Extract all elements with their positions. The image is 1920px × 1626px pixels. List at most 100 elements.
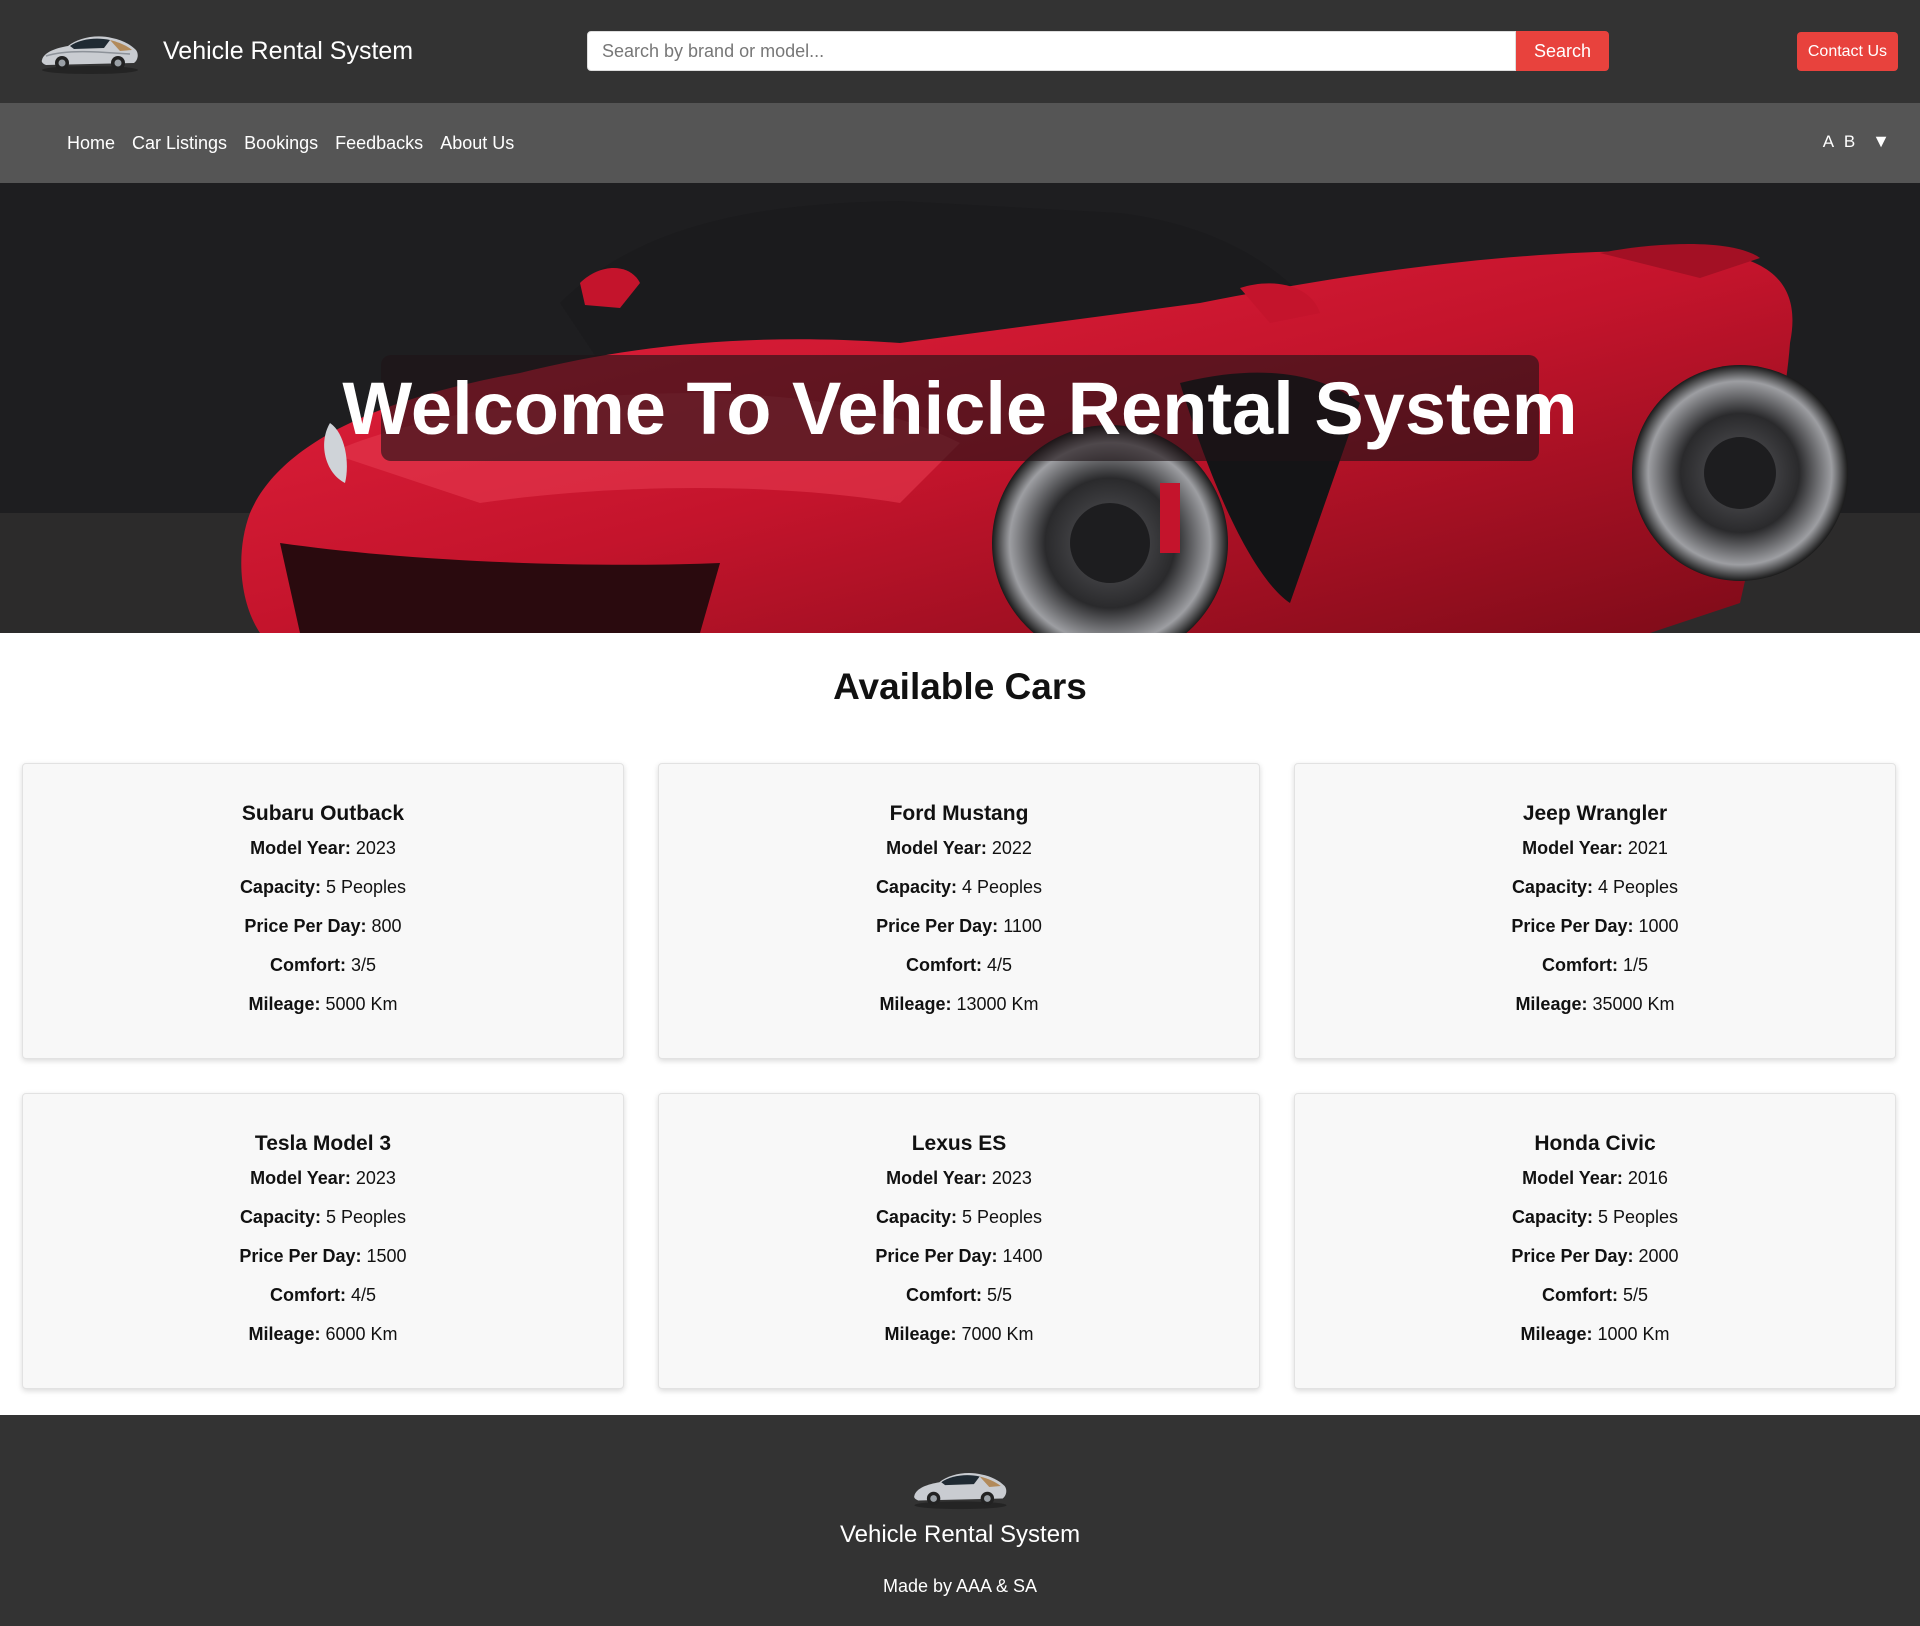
car-card[interactable]: Ford Mustang Model Year: 2022 Capacity: 4 … — [658, 763, 1260, 1059]
car-name: Subaru Outback — [241, 802, 405, 825]
spec-value: 6000 Km — [325, 1324, 398, 1344]
car-spec-model-year: Model Year: 2023 — [23, 1166, 623, 1205]
car-spec-mileage: Mileage: 5000 Km — [23, 992, 623, 1031]
user-initials: A B — [1822, 131, 1859, 151]
spec-value: 2016 — [1627, 1168, 1668, 1188]
section-title: Available Cars — [833, 666, 1087, 707]
nav-link-bookings[interactable]: Bookings — [244, 133, 318, 154]
spec-value: 1500 — [366, 1246, 407, 1266]
hero-title: Welcome To Vehicle Rental System — [342, 366, 1578, 450]
spec-label: Mileage: — [884, 1324, 957, 1344]
car-spec-mileage: Mileage: 13000 Km — [659, 992, 1259, 1031]
spec-value: 7000 Km — [961, 1324, 1034, 1344]
sports-car-icon — [41, 36, 138, 74]
spec-label: Capacity: — [239, 877, 321, 897]
spec-label: Mileage: — [1520, 1324, 1593, 1344]
brand-title: Vehicle Rental System — [163, 36, 414, 65]
sports-car-icon — [914, 1473, 1007, 1510]
contact-us-button[interactable]: Contact Us — [1796, 32, 1898, 71]
car-spec-capacity: Capacity: 5 Peoples — [659, 1205, 1259, 1244]
spec-value: 1400 — [1002, 1246, 1043, 1266]
spec-label: Price Per Day: — [239, 1246, 362, 1266]
search-bar: Search — [587, 31, 1609, 71]
brand[interactable]: Vehicle Rental System — [38, 26, 413, 76]
spec-value: 1000 Km — [1597, 1324, 1670, 1344]
car-name: Honda Civic — [1534, 1132, 1656, 1155]
spec-label: Comfort: — [269, 955, 346, 975]
car-spec-model-year: Model Year: 2016 — [1295, 1166, 1895, 1205]
spec-value: 4/5 — [350, 1285, 377, 1305]
car-name: Jeep Wrangler — [1522, 802, 1668, 825]
spec-label: Price Per Day: — [1511, 1246, 1634, 1266]
car-spec-comfort: Comfort: 3/5 — [23, 953, 623, 992]
car-spec-price-per-day: Price Per Day: 2000 — [1295, 1244, 1895, 1283]
spec-label: Model Year: — [1522, 838, 1623, 858]
spec-value: 5/5 — [986, 1285, 1013, 1305]
caret-down-icon: ▼ — [1872, 131, 1890, 151]
hero-banner: Welcome To Vehicle Rental System — [0, 183, 1920, 633]
car-card-grid: Subaru Outback Model Year: 2023 Capacity: … — [0, 763, 1920, 1389]
car-spec-mileage: Mileage: 1000 Km — [1295, 1322, 1895, 1361]
spec-value: 2021 — [1627, 838, 1668, 858]
car-spec-comfort: Comfort: 5/5 — [659, 1283, 1259, 1322]
main-nav: Home Car Listings Bookings Feedbacks Abo… — [0, 103, 1920, 183]
car-spec-price-per-day: Price Per Day: 1400 — [659, 1244, 1259, 1283]
car-spec-model-year: Model Year: 2023 — [659, 1166, 1259, 1205]
spec-label: Price Per Day: — [244, 916, 367, 936]
spec-label: Price Per Day: — [876, 916, 999, 936]
spec-label: Model Year: — [250, 1168, 351, 1188]
available-cars-section: Available Cars Subaru Outback Model Year:… — [0, 666, 1920, 1389]
car-spec-model-year: Model Year: 2021 — [1295, 836, 1895, 875]
footer: Vehicle Rental System Made by AAA & SA — [0, 1415, 1920, 1626]
spec-value: 1100 — [1003, 916, 1042, 936]
spec-label: Capacity: — [1511, 877, 1593, 897]
spec-label: Capacity: — [239, 1207, 321, 1227]
spec-value: 5 Peoples — [325, 1207, 407, 1227]
spec-label: Price Per Day: — [1511, 916, 1634, 936]
car-spec-mileage: Mileage: 7000 Km — [659, 1322, 1259, 1361]
car-card[interactable]: Tesla Model 3 Model Year: 2023 Capacity: 5… — [22, 1093, 624, 1389]
spec-value: 2023 — [355, 1168, 396, 1188]
nav-link-about-us[interactable]: About Us — [440, 133, 514, 154]
spec-value: 2022 — [991, 838, 1032, 858]
car-card[interactable]: Jeep Wrangler Model Year: 2021 Capacity: 4… — [1294, 763, 1896, 1059]
car-name: Lexus ES — [911, 1132, 1007, 1155]
car-card[interactable]: Honda Civic Model Year: 2016 Capacity: 5 P… — [1294, 1093, 1896, 1389]
search-button[interactable]: Search — [1516, 31, 1609, 71]
spec-label: Comfort: — [1541, 1285, 1618, 1305]
spec-label: Capacity: — [875, 877, 957, 897]
spec-label: Model Year: — [886, 838, 987, 858]
footer-credit: Made by AAA & SA — [882, 1576, 1038, 1596]
car-name: Tesla Model 3 — [254, 1132, 392, 1155]
spec-value: 1000 — [1638, 916, 1679, 936]
spec-value: 4/5 — [986, 955, 1013, 975]
car-card[interactable]: Subaru Outback Model Year: 2023 Capacity: … — [22, 763, 624, 1059]
car-card[interactable]: Lexus ES Model Year: 2023 Capacity: 5 Peop… — [658, 1093, 1260, 1389]
car-spec-capacity: Capacity: 5 Peoples — [23, 875, 623, 914]
car-spec-price-per-day: Price Per Day: 1500 — [23, 1244, 623, 1283]
nav-link-home[interactable]: Home — [67, 133, 115, 154]
spec-value: 5 Peoples — [325, 877, 407, 897]
car-spec-price-per-day: Price Per Day: 1100 — [659, 914, 1259, 953]
search-input[interactable] — [587, 31, 1516, 71]
nav-link-car-listings[interactable]: Car Listings — [132, 133, 227, 154]
spec-label: Mileage: — [879, 994, 952, 1014]
spec-label: Comfort: — [269, 1285, 346, 1305]
car-spec-comfort: Comfort: 4/5 — [659, 953, 1259, 992]
car-spec-mileage: Mileage: 6000 Km — [23, 1322, 623, 1361]
spec-label: Model Year: — [250, 838, 351, 858]
footer-title: Vehicle Rental System — [839, 1521, 1081, 1548]
spec-value: 5 Peoples — [961, 1207, 1043, 1227]
car-spec-capacity: Capacity: 4 Peoples — [659, 875, 1259, 914]
spec-label: Comfort: — [905, 1285, 982, 1305]
spec-value: 3/5 — [350, 955, 377, 975]
top-header: Vehicle Rental System Search Contact Us — [0, 0, 1920, 103]
spec-value: 800 — [371, 916, 402, 936]
hero-title-box: Welcome To Vehicle Rental System — [342, 355, 1578, 461]
spec-label: Comfort: — [1541, 955, 1618, 975]
user-menu[interactable]: A B ▼ — [1823, 131, 1890, 152]
nav-links: Home Car Listings Bookings Feedbacks Abo… — [67, 133, 531, 154]
spec-label: Model Year: — [886, 1168, 987, 1188]
nav-link-feedbacks[interactable]: Feedbacks — [335, 133, 423, 154]
spec-value: 5/5 — [1622, 1285, 1649, 1305]
